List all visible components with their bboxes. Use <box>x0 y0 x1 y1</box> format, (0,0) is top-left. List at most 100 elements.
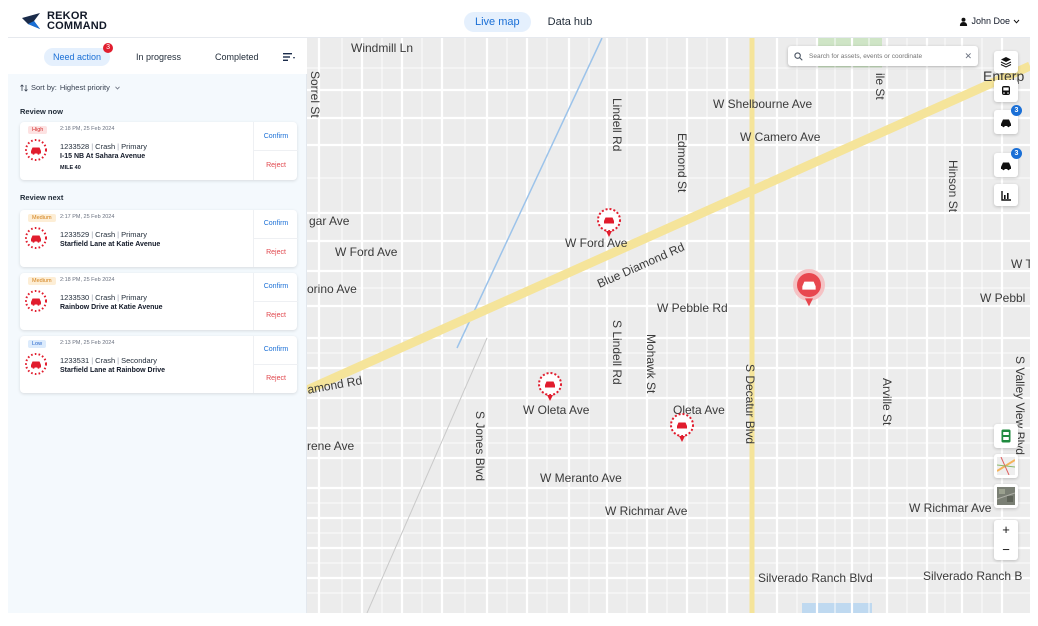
sort-label: Sort by: <box>31 83 57 92</box>
priority-badge: High <box>28 126 48 134</box>
incident-time: 2:18 PM, 25 Feb 2024 <box>60 277 115 283</box>
street-grid <box>307 38 1030 613</box>
zoom-in-button[interactable]: + <box>994 520 1018 540</box>
reports-count-badge: 3 <box>1011 148 1022 159</box>
review-next-heading: Review next <box>20 193 64 202</box>
incident-meta: 1233529 | Crash | Primary <box>60 230 147 239</box>
incident-location: Rainbow Drive at Katie Avenue <box>60 304 163 311</box>
logo[interactable]: REKOR COMMAND <box>20 10 107 32</box>
incident-meta: 1233531 | Crash | Secondary <box>60 356 157 365</box>
street-label: S Jones Blvd <box>473 411 487 482</box>
tab-need-action[interactable]: Need action 3 <box>44 43 114 66</box>
crash-report-icon <box>1001 162 1011 171</box>
reports-layer-button[interactable]: 3 <box>994 148 1022 177</box>
incident-sidebar: Need action 3 In progress Completed Sort… <box>8 38 307 613</box>
street-label: W Meranto Ave <box>540 471 622 485</box>
street-label: W T <box>1011 257 1030 271</box>
search-icon <box>794 51 803 61</box>
sort-control: Sort by: Highest priority <box>20 83 120 92</box>
street-label: Windmill Ln <box>351 41 414 55</box>
priority-badge: Medium <box>28 277 56 285</box>
confirm-button[interactable]: Confirm <box>254 273 298 302</box>
user-icon <box>960 17 968 26</box>
map-search: ✕ <box>788 46 978 66</box>
search-input[interactable] <box>809 52 949 60</box>
incident-card[interactable]: Medium 2:18 PM, 25 Feb 2024 1233530 | Cras… <box>20 273 298 331</box>
crash-alert-icon <box>25 353 47 375</box>
map-satellite-thumbnail-icon <box>997 487 1015 505</box>
priority-badge: Medium <box>28 214 56 222</box>
street-label: Mohawk St <box>644 334 658 394</box>
incident-card[interactable]: Low 2:13 PM, 25 Feb 2024 1233531 | Crash | S… <box>20 336 298 394</box>
crash-map-pin[interactable] <box>596 208 622 238</box>
street-label: orino Ave <box>307 282 357 296</box>
live-map[interactable]: Windmill Ln Sorrel St Lindell Rd Edmond … <box>307 38 1030 613</box>
top-bar: REKOR COMMAND Live map Data hub John Doe <box>8 6 1030 38</box>
need-action-count-badge: 3 <box>103 43 114 53</box>
tab-in-progress[interactable]: In progress <box>127 48 190 66</box>
tab-live-map[interactable]: Live map <box>464 12 531 32</box>
confirm-button[interactable]: Confirm <box>254 122 298 151</box>
street-label: W Pebble Rd <box>657 301 728 315</box>
street-label: W Pebbl <box>980 291 1026 305</box>
street-label: Arville St <box>880 378 894 426</box>
crash-map-pin[interactable] <box>537 372 563 402</box>
street-label: gar Ave <box>309 214 350 228</box>
crash-layer-icon <box>1001 119 1011 128</box>
incidents-layer-button[interactable]: 3 <box>994 105 1022 134</box>
filter-sort-icon[interactable] <box>283 52 295 62</box>
chart-button[interactable] <box>994 184 1018 206</box>
street-label: S Lindell Rd <box>610 320 624 385</box>
street-label: W Ford Ave <box>335 245 398 259</box>
incident-card[interactable]: Medium 2:17 PM, 25 Feb 2024 1233529 | Cras… <box>20 210 298 268</box>
map-style-satellite-button[interactable] <box>994 484 1018 508</box>
street-label: rene Ave <box>307 439 355 453</box>
crash-alert-icon <box>25 227 47 249</box>
user-name: John Doe <box>971 16 1010 26</box>
street-label: W Shelbourne Ave <box>713 97 813 111</box>
incident-location: Starfield Lane at Rainbow Drive <box>60 367 166 374</box>
street-label: W Richmar Ave <box>605 504 688 518</box>
confirm-button[interactable]: Confirm <box>254 210 298 239</box>
chevron-down-icon <box>1013 19 1020 24</box>
tab-completed[interactable]: Completed <box>206 48 268 66</box>
reject-button[interactable]: Reject <box>254 151 298 180</box>
street-label: Sorrel St <box>308 71 322 118</box>
confirm-button[interactable]: Confirm <box>254 336 298 365</box>
main-nav: Live map Data hub <box>464 12 603 32</box>
zoom-out-button[interactable]: − <box>994 540 1018 560</box>
crash-alert-icon <box>25 139 47 161</box>
map-style-roads-button[interactable] <box>994 454 1018 478</box>
street-label: Silverado Ranch Blvd <box>758 571 873 585</box>
reject-button[interactable]: Reject <box>254 239 298 268</box>
incident-card[interactable]: High 2:18 PM, 25 Feb 2024 1233528 | Crash |… <box>20 122 298 180</box>
close-icon[interactable]: ✕ <box>964 51 972 62</box>
incident-time: 2:18 PM, 25 Feb 2024 <box>60 126 115 132</box>
zoom-control: + − <box>994 520 1018 560</box>
crash-alert-icon <box>25 290 47 312</box>
incident-mile: MILE 40 <box>60 165 81 171</box>
reject-button[interactable]: Reject <box>254 365 298 394</box>
street-label: Lindell Rd <box>610 98 624 152</box>
transit-button[interactable] <box>994 80 1018 102</box>
street-label: ile St <box>873 73 887 100</box>
layers-button[interactable] <box>994 51 1018 73</box>
highway-sign-icon <box>1001 429 1011 443</box>
sort-dropdown[interactable]: Highest priority <box>60 83 120 92</box>
selected-crash-map-pin[interactable] <box>791 269 827 309</box>
incident-meta: 1233530 | Crash | Primary <box>60 293 147 302</box>
street-label: W Oleta Ave <box>523 403 590 417</box>
reject-button[interactable]: Reject <box>254 302 298 331</box>
review-now-heading: Review now <box>20 107 63 116</box>
street-label: S Decatur Blvd <box>743 364 757 445</box>
tab-data-hub[interactable]: Data hub <box>537 12 604 32</box>
highway-sign-button[interactable] <box>994 424 1018 448</box>
street-label: W Ford Ave <box>565 236 628 250</box>
incident-location: Starfield Lane at Katie Avenue <box>60 241 161 248</box>
incident-tabs: Need action 3 In progress Completed <box>8 38 307 74</box>
incident-time: 2:13 PM, 25 Feb 2024 <box>60 340 115 346</box>
crash-map-pin[interactable] <box>669 413 695 443</box>
bar-chart-icon <box>1000 190 1011 201</box>
user-menu[interactable]: John Doe <box>959 16 1020 26</box>
street-label: Edmond St <box>675 133 689 193</box>
